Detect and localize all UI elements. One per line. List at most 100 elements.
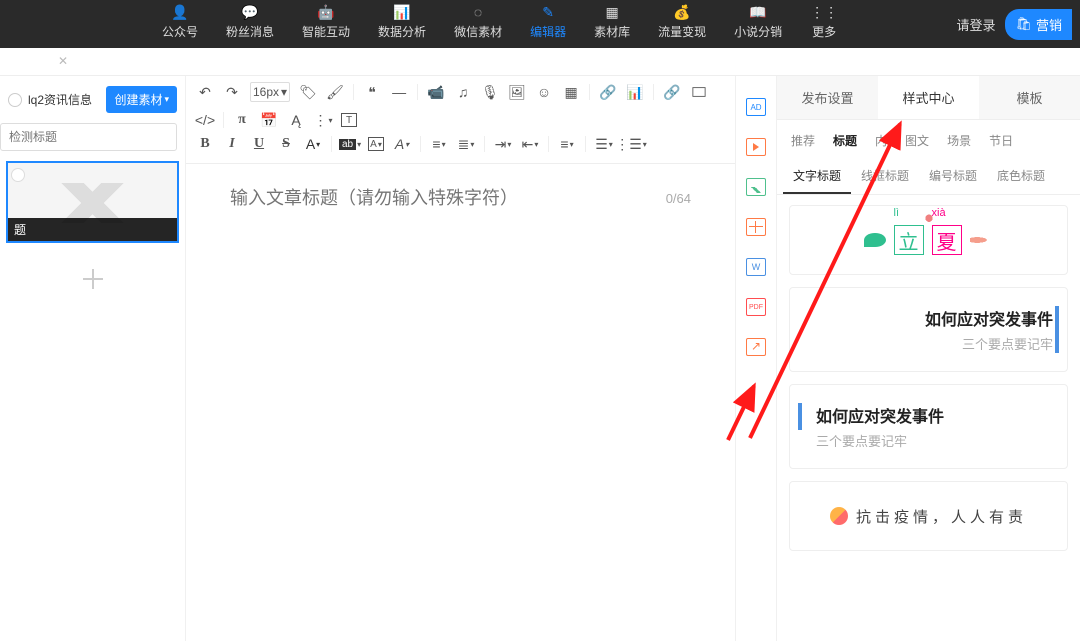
close-tab-icon[interactable]: ✕ <box>58 54 68 68</box>
account-avatar <box>8 93 22 107</box>
editor-toolbar: ↶ ↷ 16px ▾ 🏷 🖌 ❝ — 📹 ♫ 🎙 🖼 ☺ ▦ � <box>186 76 735 164</box>
rail-word-button[interactable]: W <box>746 258 766 276</box>
cat-imagetext[interactable]: 图文 <box>899 130 935 151</box>
marketing-button[interactable]: 🛍营销 <box>1005 9 1072 40</box>
leaf-icon <box>864 233 886 247</box>
sub-number-title[interactable]: 编号标题 <box>919 159 987 194</box>
rail-image-button[interactable] <box>746 178 766 196</box>
border-button[interactable]: A <box>368 137 384 151</box>
rail-ad-button[interactable]: AD <box>746 98 766 116</box>
create-asset-button[interactable]: 创建素材▾ <box>106 86 177 113</box>
cat-festival[interactable]: 节日 <box>983 130 1019 151</box>
cat-content[interactable]: 内 <box>869 130 893 151</box>
nav-item-more[interactable]: ⋮⋮更多 <box>796 0 852 48</box>
style-card-lixia[interactable]: lì立 xià夏 <box>789 205 1068 275</box>
audio-button[interactable]: ♫ <box>454 83 472 101</box>
underline-button[interactable]: U <box>250 135 268 153</box>
top-nav: 👤公众号 💬粉丝消息 🤖智能互动 📊数据分析 ◌微信素材 ✎编辑器 ▦素材库 💰… <box>0 0 1080 48</box>
find-button[interactable]: Ą <box>287 111 305 129</box>
title-subtabs: 文字标题 线框标题 编号标题 底色标题 <box>777 159 1080 195</box>
nav-item-ai[interactable]: 🤖智能互动 <box>288 0 364 48</box>
outdent-button[interactable]: ⇤ <box>521 135 539 153</box>
rail-pdf-button[interactable]: PDF <box>746 298 766 316</box>
emoji-button[interactable]: ☺ <box>535 83 553 101</box>
italic-button[interactable]: I <box>223 135 241 153</box>
vote-button[interactable]: 📊 <box>626 83 644 101</box>
quote-button[interactable]: ❝ <box>363 83 381 101</box>
article-thumbnail[interactable]: 题 <box>6 161 179 243</box>
unordered-list-button[interactable]: ⋮☰ <box>622 135 640 153</box>
indent-button[interactable]: ⇥ <box>494 135 512 153</box>
chart-icon: 📊 <box>378 3 426 21</box>
rail-layout-button[interactable] <box>746 218 766 236</box>
align-center-button[interactable]: ≣ <box>457 135 475 153</box>
style-card-emergency-left[interactable]: 如何应对突发事件 三个要点要记牢 <box>789 384 1068 469</box>
paint-button[interactable]: 🖌 <box>326 83 344 101</box>
account-name: lq2资讯信息 <box>28 91 100 108</box>
font-color-button[interactable]: A <box>304 135 322 153</box>
redo-button[interactable]: ↷ <box>223 83 241 101</box>
text-box-button[interactable]: T <box>341 113 357 127</box>
cat-scene[interactable]: 场景 <box>941 130 977 151</box>
hr-button[interactable]: — <box>390 83 408 101</box>
highlight-button[interactable]: ab <box>341 135 359 153</box>
nav-item-gzh[interactable]: 👤公众号 <box>148 0 212 48</box>
rail-video-button[interactable] <box>746 138 766 156</box>
style-categories: 推荐 标题 内 图文 场景 节日 <box>777 120 1080 159</box>
ordered-list-button[interactable]: ☰ <box>595 135 613 153</box>
add-article-button[interactable] <box>81 267 105 291</box>
more-button[interactable]: ⋮ <box>314 111 332 129</box>
undo-button[interactable]: ↶ <box>196 83 214 101</box>
login-link[interactable]: 请登录 <box>956 15 995 34</box>
mic-button[interactable]: 🎙 <box>481 83 499 101</box>
cat-title[interactable]: 标题 <box>827 130 863 151</box>
cat-recommend[interactable]: 推荐 <box>785 130 821 151</box>
bag-icon: 🛍 <box>1015 16 1032 32</box>
nav-item-editor[interactable]: ✎编辑器 <box>516 0 580 48</box>
book-icon: 📖 <box>734 3 782 21</box>
formula-button[interactable]: π <box>233 111 251 129</box>
video-button[interactable]: 📹 <box>427 83 445 101</box>
right-tab-styles[interactable]: 样式中心 <box>878 76 979 119</box>
right-tabs: 发布设置 样式中心 模板 <box>777 76 1080 120</box>
image-button[interactable]: 🖼 <box>508 83 526 101</box>
grid-icon: ⋮⋮ <box>810 3 838 21</box>
link-button[interactable]: 🔗 <box>599 83 617 101</box>
nav-item-assets[interactable]: ▦素材库 <box>580 0 644 48</box>
nav-item-wechat[interactable]: ◌微信素材 <box>440 0 516 48</box>
fish-icon <box>970 235 994 245</box>
right-tab-templates[interactable]: 模板 <box>979 76 1080 119</box>
style-card-emergency-right[interactable]: 如何应对突发事件 三个要点要记牢 <box>789 287 1068 372</box>
nav-item-fans[interactable]: 💬粉丝消息 <box>212 0 288 48</box>
strike-button[interactable]: S <box>277 135 295 153</box>
article-title-input[interactable] <box>230 188 666 209</box>
tag-button[interactable]: 🏷 <box>299 83 317 101</box>
anchor-button[interactable]: 🔗 <box>663 83 681 101</box>
right-tab-publish[interactable]: 发布设置 <box>777 76 878 119</box>
card-button[interactable] <box>690 83 708 101</box>
sub-frame-title[interactable]: 线框标题 <box>851 159 919 194</box>
font-size-select[interactable]: 16px ▾ <box>250 82 290 102</box>
chat-icon: 💬 <box>226 3 274 21</box>
nav-item-monetize[interactable]: 💰流量变现 <box>644 0 720 48</box>
calendar-button[interactable]: 📅 <box>260 111 278 129</box>
title-search-input[interactable] <box>0 123 177 151</box>
line-height-button[interactable]: ≡ <box>558 135 576 153</box>
style-card-epidemic[interactable]: 抗击疫情，人人有责 <box>789 481 1068 551</box>
wechat-icon: ◌ <box>454 3 502 21</box>
sub-bg-title[interactable]: 底色标题 <box>987 159 1055 194</box>
bold-button[interactable]: B <box>196 135 214 153</box>
text-style-button[interactable]: A <box>393 135 411 153</box>
style-card-list: lì立 xià夏 如何应对突发事件 三个要点要记牢 如何应对突发事件 三个要点要… <box>777 195 1080 641</box>
nav-item-novel[interactable]: 📖小说分销 <box>720 0 796 48</box>
align-left-button[interactable]: ≡ <box>430 135 448 153</box>
editor-pane: ↶ ↷ 16px ▾ 🏷 🖌 ❝ — 📹 ♫ 🎙 🖼 ☺ ▦ � <box>186 76 736 641</box>
pencil-icon: ✎ <box>530 3 566 21</box>
code-button[interactable]: </> <box>196 111 214 129</box>
sub-text-title[interactable]: 文字标题 <box>783 159 851 194</box>
grid-button[interactable]: ▦ <box>562 83 580 101</box>
right-panel: 发布设置 样式中心 模板 推荐 标题 内 图文 场景 节日 文字标题 线框标题 … <box>776 76 1080 641</box>
pill-icon <box>830 507 848 525</box>
rail-export-button[interactable] <box>746 338 766 356</box>
nav-item-analytics[interactable]: 📊数据分析 <box>364 0 440 48</box>
